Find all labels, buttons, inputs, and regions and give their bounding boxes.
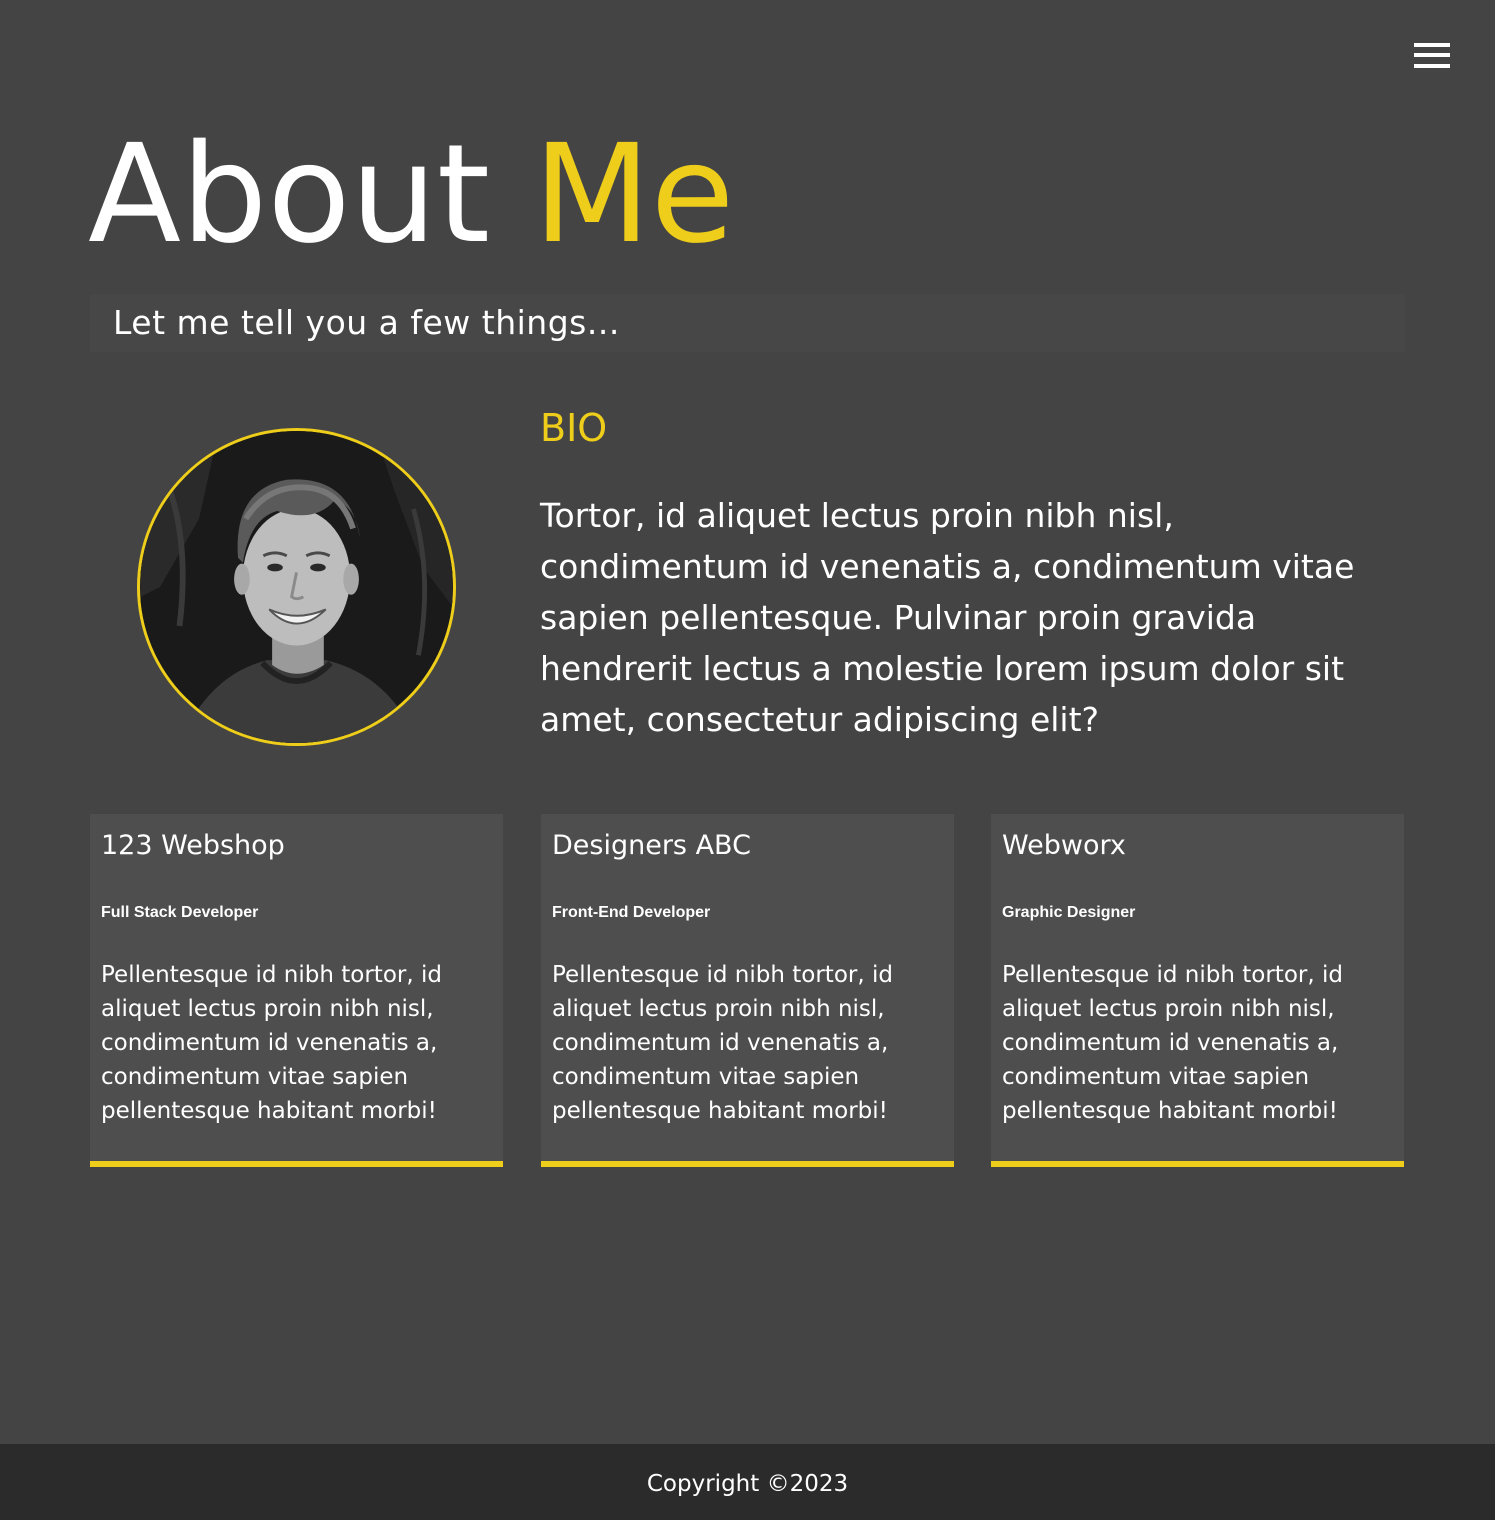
- card-company: Webworx: [1002, 830, 1126, 861]
- experience-card: Webworx Graphic Designer Pellentesque id…: [991, 814, 1404, 1167]
- footer: Copyright ©2023: [0, 1444, 1495, 1520]
- page-title: About Me: [88, 120, 734, 270]
- card-company: Designers ABC: [552, 830, 751, 861]
- card-description: Pellentesque id nibh tortor, id aliquet …: [552, 962, 893, 1124]
- card-description: Pellentesque id nibh tortor, id aliquet …: [1002, 962, 1343, 1124]
- card-company: 123 Webshop: [101, 830, 285, 861]
- menu-bar-middle: [1414, 53, 1450, 57]
- bio-heading: BIO: [540, 406, 608, 450]
- card-role: Front-End Developer: [552, 904, 711, 921]
- card-description: Pellentesque id nibh tortor, id aliquet …: [101, 962, 442, 1124]
- page-subtitle: Let me tell you a few things...: [90, 294, 1405, 352]
- card-role: Graphic Designer: [1002, 904, 1136, 921]
- profile-photo: [137, 428, 456, 746]
- footer-copyright: Copyright ©2023: [646, 1471, 849, 1497]
- page-title-accent: Me: [533, 116, 735, 274]
- experience-cards: 123 Webshop Full Stack Developer Pellent…: [90, 814, 1405, 1167]
- menu-bar-bottom: [1414, 64, 1450, 68]
- bio-text: Tortor, id aliquet lectus proin nibh nis…: [540, 496, 1355, 739]
- menu-bar-top: [1414, 43, 1450, 47]
- page-title-main: About: [88, 116, 491, 274]
- experience-card: Designers ABC Front-End Developer Pellen…: [541, 814, 954, 1167]
- hamburger-menu-icon[interactable]: [1414, 43, 1450, 69]
- profile-photo-illustration: [140, 431, 453, 743]
- card-role: Full Stack Developer: [101, 904, 259, 921]
- experience-card: 123 Webshop Full Stack Developer Pellent…: [90, 814, 503, 1167]
- page: About Me Let me tell you a few things...: [0, 0, 1495, 1520]
